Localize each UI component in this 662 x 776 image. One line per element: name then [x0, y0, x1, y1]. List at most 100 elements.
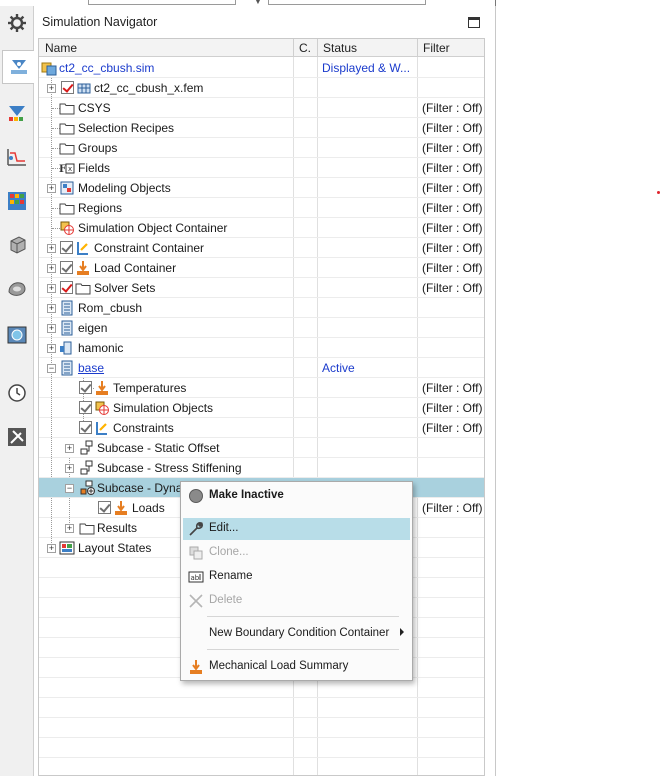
filter-text: (Filter : Off)	[422, 161, 483, 175]
menu-mechanical-load-summary[interactable]: Mechanical Load Summary	[183, 656, 410, 678]
tree-row-simulation-object-container[interactable]: Simulation Object Container (Filter : Of…	[39, 218, 484, 238]
tree-row-constraint-container[interactable]: + Constraint Container (Filter : Off)	[39, 238, 484, 258]
post-processing-navigator-icon[interactable]	[2, 96, 32, 130]
svg-text:x: x	[68, 165, 72, 173]
expand-icon[interactable]: +	[47, 184, 56, 193]
visibility-checkbox[interactable]	[61, 81, 74, 94]
menu-label: Make Inactive	[209, 489, 284, 501]
history-icon[interactable]	[2, 376, 32, 410]
tools-icon[interactable]	[2, 420, 32, 454]
expand-icon[interactable]: +	[47, 344, 56, 353]
assembly-icon[interactable]	[2, 272, 32, 306]
menu-delete[interactable]: Delete	[183, 590, 410, 612]
expand-icon[interactable]: +	[65, 444, 74, 453]
tree-label: Simulation Objects	[113, 401, 214, 415]
expand-icon[interactable]: +	[47, 324, 56, 333]
sim-file-icon	[41, 62, 57, 76]
empty-row	[39, 678, 484, 698]
empty-row	[39, 698, 484, 718]
gear-icon[interactable]	[2, 6, 32, 40]
tree-row-fem[interactable]: + ct2_cc_cbush_x.fem	[39, 78, 484, 98]
tree-row-solver-sets[interactable]: + Solver Sets (Filter : Off)	[39, 278, 484, 298]
tree-row-rom-cbush[interactable]: + Rom_cbush	[39, 298, 484, 318]
expand-icon[interactable]: +	[47, 304, 56, 313]
results-icon[interactable]	[2, 184, 32, 218]
filter-text: (Filter : Off)	[422, 421, 483, 435]
top-field-2[interactable]	[268, 0, 426, 5]
expand-icon[interactable]: +	[65, 464, 74, 473]
tree-row-temperatures[interactable]: Temperatures (Filter : Off)	[39, 378, 484, 398]
filter-text: (Filter : Off)	[422, 201, 483, 215]
active-subcase-icon	[80, 480, 95, 495]
top-field-1[interactable]	[88, 0, 236, 5]
column-name[interactable]: Name	[45, 41, 77, 55]
tree-label: Selection Recipes	[78, 121, 175, 135]
filter-text: (Filter : Off)	[422, 401, 483, 415]
collapse-icon[interactable]: −	[47, 364, 56, 373]
tree-row-selection-recipes[interactable]: Selection Recipes (Filter : Off)	[39, 118, 484, 138]
tree-row-base[interactable]: − base Active	[39, 358, 484, 378]
load-icon	[77, 261, 89, 275]
folder-icon	[75, 283, 91, 295]
expand-icon[interactable]: +	[47, 84, 56, 93]
filter-text: (Filter : Off)	[422, 221, 483, 235]
tree-row-subcase-stress-stiffening[interactable]: + Subcase - Stress Stiffening	[39, 458, 484, 478]
menu-label: New Boundary Condition Container	[209, 627, 390, 639]
expand-icon[interactable]: +	[47, 544, 56, 553]
tree-row-load-container[interactable]: + Load Container (Filter : Off)	[39, 258, 484, 278]
context-menu: Make Inactive Edit... Clone... ab Rename…	[180, 481, 413, 681]
visibility-checkbox[interactable]	[60, 281, 73, 294]
expand-icon[interactable]: +	[65, 524, 74, 533]
menu-clone[interactable]: Clone...	[183, 542, 410, 564]
empty-row	[39, 718, 484, 738]
menu-rename[interactable]: ab Rename	[183, 566, 410, 588]
collapse-icon[interactable]: −	[65, 484, 74, 493]
menu-new-boundary-condition-container[interactable]: New Boundary Condition Container	[183, 623, 410, 645]
tree-row-csys[interactable]: CSYS (Filter : Off)	[39, 98, 484, 118]
filter-text: (Filter : Off)	[422, 181, 483, 195]
submenu-arrow-icon	[400, 628, 404, 636]
tree-label: Results	[97, 521, 138, 535]
tree-row-subcase-static-offset[interactable]: + Subcase - Static Offset	[39, 438, 484, 458]
tree-row-constraints[interactable]: Constraints (Filter : Off)	[39, 418, 484, 438]
tree-row-simulation-objects[interactable]: Simulation Objects (Filter : Off)	[39, 398, 484, 418]
load-icon	[190, 660, 202, 674]
tree-row-fields[interactable]: Fx Fields (Filter : Off)	[39, 158, 484, 178]
column-filter[interactable]: Filter	[423, 41, 450, 55]
panel-title: Simulation Navigator	[42, 15, 158, 29]
xy-function-navigator-icon[interactable]	[2, 140, 32, 174]
tree-label: Constraints	[113, 421, 174, 435]
column-c[interactable]: C.	[299, 41, 311, 55]
tree-row-regions[interactable]: Regions (Filter : Off)	[39, 198, 484, 218]
tree-row-groups[interactable]: Groups (Filter : Off)	[39, 138, 484, 158]
web-browser-icon[interactable]	[2, 318, 32, 352]
filter-text: (Filter : Off)	[422, 381, 483, 395]
visibility-checkbox[interactable]	[79, 401, 92, 414]
visibility-checkbox[interactable]	[79, 421, 92, 434]
tree-label: Subcase - Static Offset	[97, 441, 220, 455]
visibility-checkbox[interactable]	[98, 501, 111, 514]
simulation-navigator-icon[interactable]	[2, 50, 34, 84]
expand-icon[interactable]: +	[47, 244, 56, 253]
visibility-checkbox[interactable]	[60, 241, 73, 254]
column-status[interactable]: Status	[323, 41, 357, 55]
tree-row-modeling-objects[interactable]: + Modeling Objects (Filter : Off)	[39, 178, 484, 198]
filter-text: (Filter : Off)	[422, 261, 483, 275]
tree-label: ct2_cc_cbush.sim	[59, 61, 155, 75]
empty-row	[39, 758, 484, 775]
temperature-load-icon	[96, 381, 108, 395]
menu-make-inactive[interactable]: Make Inactive	[183, 485, 410, 507]
expand-icon[interactable]: +	[47, 284, 56, 293]
tree-label: Solver Sets	[94, 281, 156, 295]
part-icon[interactable]	[2, 228, 32, 262]
solution-icon	[61, 300, 73, 316]
expand-icon[interactable]: +	[47, 264, 56, 273]
visibility-checkbox[interactable]	[60, 261, 73, 274]
tree-label: Subcase - Stress Stiffening	[97, 461, 242, 475]
menu-edit[interactable]: Edit...	[183, 518, 410, 540]
tree-row-sim[interactable]: ct2_cc_cbush.sim Displayed & W...	[39, 58, 484, 78]
maximize-icon[interactable]	[468, 17, 480, 28]
tree-row-hamonic[interactable]: + hamonic	[39, 338, 484, 358]
visibility-checkbox[interactable]	[79, 381, 92, 394]
tree-row-eigen[interactable]: + eigen	[39, 318, 484, 338]
